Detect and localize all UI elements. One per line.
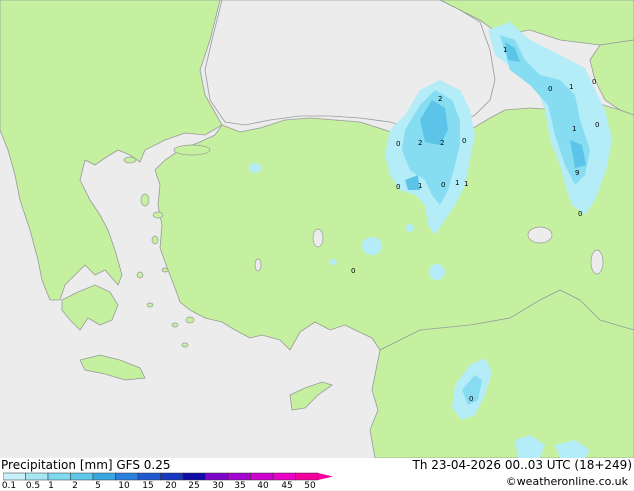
color-scale-segment — [70, 472, 94, 481]
precip-label: 2 — [438, 95, 442, 103]
precip-label: 2 — [440, 139, 444, 147]
credit-text: ©weatheronline.co.uk — [505, 475, 628, 488]
precip-label: 1 — [569, 83, 573, 91]
color-scale-segment — [137, 472, 161, 481]
precip-label: 0 — [595, 121, 599, 129]
precip-label: 0 — [592, 78, 596, 86]
precip-label: 1 — [464, 180, 468, 188]
precip-label: 0 — [396, 183, 400, 191]
color-scale-arrow — [318, 473, 333, 480]
color-scale-segment — [250, 472, 274, 481]
color-scale-segment — [47, 472, 71, 481]
precip-label: 1 — [418, 182, 422, 190]
precip-label: 0 — [462, 137, 466, 145]
precip-label: 0 — [578, 210, 582, 218]
precip-label: 0 — [548, 85, 552, 93]
color-scale-segment — [295, 472, 319, 481]
color-scale-segment — [182, 472, 206, 481]
map-title: Precipitation [mm] GFS 0.25 — [1, 458, 171, 472]
color-scale-segment — [272, 472, 296, 481]
legend-footer: Precipitation [mm] GFS 0.25 Th 23-04-202… — [0, 458, 634, 491]
precip-label: 0 — [396, 140, 400, 148]
color-scale-segment — [115, 472, 139, 481]
color-scale-segment — [160, 472, 184, 481]
color-scale-bar — [3, 472, 333, 481]
precip-label: 0 — [469, 395, 473, 403]
color-scale-segment — [3, 472, 26, 481]
precip-label: 2 — [418, 139, 422, 147]
color-scale-segment — [25, 472, 49, 481]
color-scale-segment — [92, 472, 116, 481]
precipitation-map: 1 0 1 0 2 1 0 2 2 0 0 1 0 1 0 1 9 0 0 0 — [0, 0, 634, 458]
color-scale-segment — [227, 472, 251, 481]
precip-label: 0 — [351, 267, 355, 275]
valid-time: Th 23-04-2026 00..03 UTC (18+249) — [412, 458, 632, 472]
precip-label: 0 — [441, 181, 445, 189]
precip-label: 1 — [455, 179, 459, 187]
precip-label: 1 — [503, 46, 507, 54]
color-scale-segment — [205, 472, 229, 481]
precip-label: 1 — [572, 125, 576, 133]
precip-label: 9 — [575, 169, 579, 177]
